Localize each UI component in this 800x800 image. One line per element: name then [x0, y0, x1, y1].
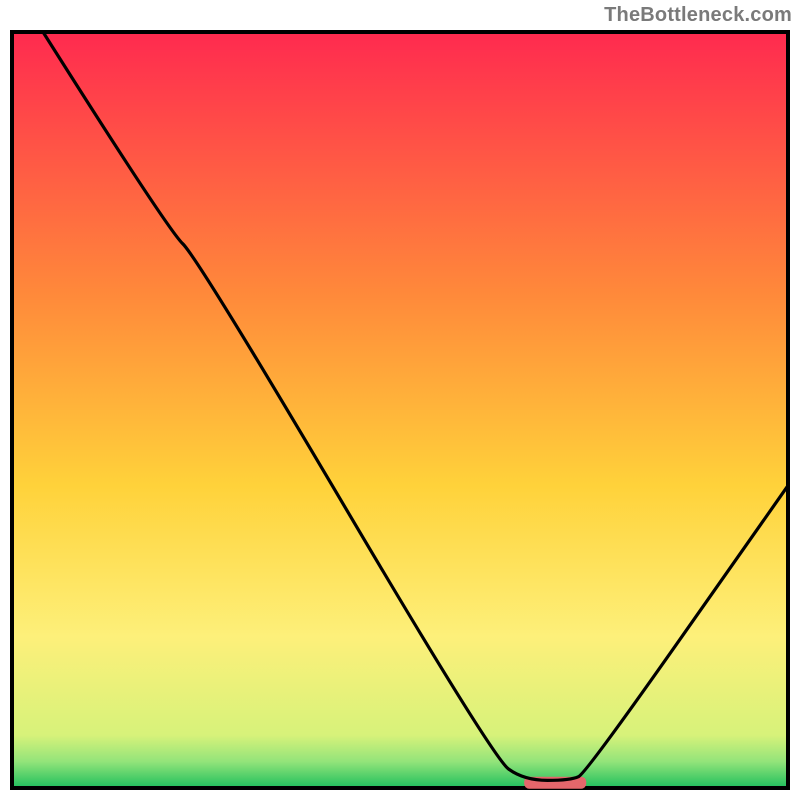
- gradient-background: [12, 32, 788, 788]
- chart-container: TheBottleneck.com: [0, 0, 800, 800]
- watermark-text: TheBottleneck.com: [604, 4, 792, 27]
- chart-svg: [10, 30, 790, 790]
- plot-area: [10, 30, 790, 790]
